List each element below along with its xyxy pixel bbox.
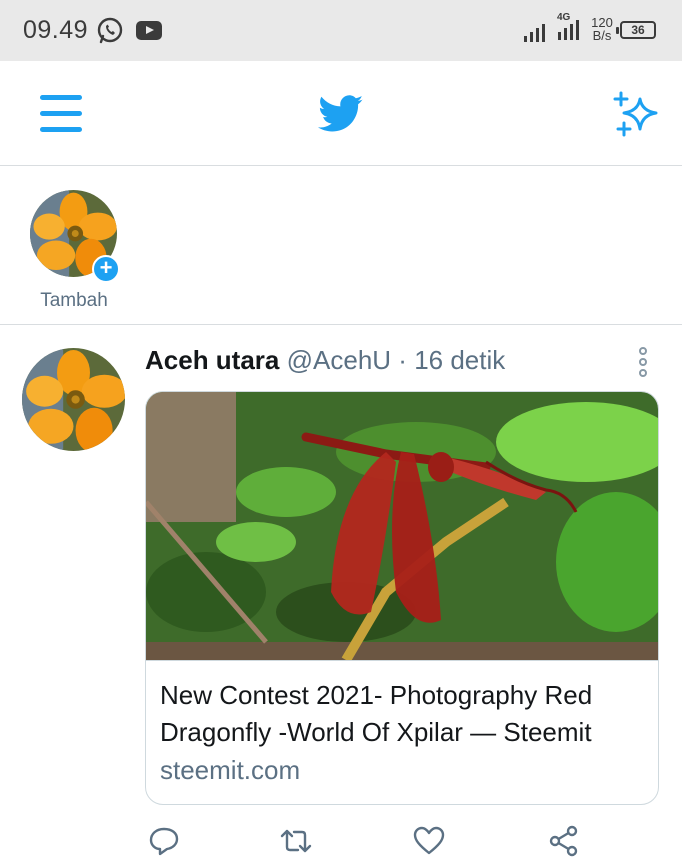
- reply-icon[interactable]: [148, 825, 180, 857]
- tweet-separator: ·: [398, 345, 407, 375]
- tweet-author-name[interactable]: Aceh utara: [145, 345, 279, 375]
- youtube-icon: [136, 21, 162, 40]
- top-navigation: [0, 61, 682, 166]
- card-body: New Contest 2021- Photography Red Dragon…: [146, 660, 658, 804]
- network-speed: 120 B/s: [589, 16, 615, 42]
- add-fleet-label: Tambah: [40, 290, 108, 311]
- card-image: [146, 392, 658, 660]
- battery-icon: 36: [616, 21, 656, 39]
- battery-level: 36: [631, 23, 645, 37]
- like-icon[interactable]: [413, 825, 445, 857]
- tweet[interactable]: Aceh utara @AcehU · 16 detik New Contest…: [0, 325, 682, 868]
- card-domain: steemit.com: [160, 755, 301, 785]
- link-card[interactable]: New Contest 2021- Photography Red Dragon…: [145, 391, 659, 805]
- twitter-bird-icon[interactable]: [318, 95, 364, 133]
- sparkle-icon[interactable]: [612, 91, 660, 137]
- whatsapp-icon: [97, 17, 123, 44]
- card-title[interactable]: New Contest 2021- Photography Red Dragon…: [160, 677, 646, 751]
- more-options-icon[interactable]: [636, 347, 650, 377]
- tweet-header: Aceh utara @AcehU · 16 detik: [145, 345, 505, 376]
- tweet-author-handle[interactable]: @AcehU: [287, 345, 391, 375]
- tweet-timestamp[interactable]: 16 detik: [414, 345, 505, 375]
- fleets-row: + Tambah: [0, 166, 682, 325]
- status-bar: 09.49 4G 120 B/s 36: [0, 0, 682, 61]
- speed-unit: B/s: [592, 28, 612, 43]
- retweet-icon[interactable]: [280, 825, 312, 857]
- tweet-avatar[interactable]: [22, 348, 125, 451]
- status-time: 09.49: [23, 16, 89, 44]
- signal-icon: [524, 24, 545, 42]
- tweet-actions: [145, 825, 659, 865]
- share-icon[interactable]: [548, 825, 580, 857]
- signal-4g-icon: [558, 20, 579, 40]
- add-fleet-button[interactable]: +: [92, 255, 120, 283]
- menu-icon[interactable]: [40, 95, 82, 133]
